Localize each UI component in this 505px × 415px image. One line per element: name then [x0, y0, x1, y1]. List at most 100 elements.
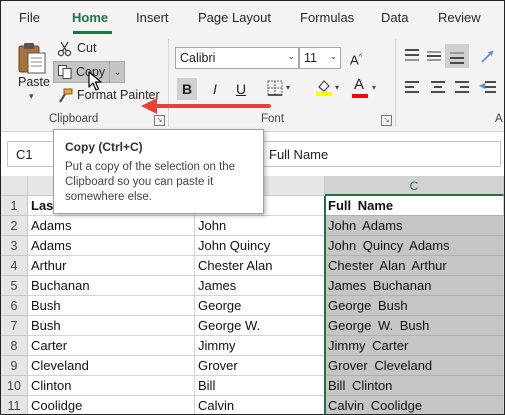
borders-dropdown-icon[interactable]: ▾ — [286, 83, 290, 92]
tab-home[interactable]: Home — [72, 10, 108, 25]
row-number[interactable]: 5 — [1, 276, 28, 296]
group-divider — [395, 39, 396, 127]
table-row: 2 Adams John John Adams — [1, 216, 504, 236]
cell-a2[interactable]: Adams — [28, 216, 195, 236]
row-number[interactable]: 8 — [1, 336, 28, 356]
paintbrush-icon — [59, 88, 73, 103]
row-number[interactable]: 4 — [1, 256, 28, 276]
middle-align-icon[interactable] — [425, 47, 443, 65]
cut-label: Cut — [77, 41, 97, 55]
cell-b11[interactable]: Calvin — [195, 396, 325, 414]
tab-data[interactable]: Data — [381, 10, 408, 25]
clipboard-dialog-launcher-icon[interactable]: ↘ — [154, 115, 165, 126]
cell-c2[interactable]: John Adams — [325, 216, 504, 236]
row-number[interactable]: 1 — [1, 196, 28, 216]
cell-b10[interactable]: Bill — [195, 376, 325, 396]
clipboard-paste-icon[interactable] — [15, 41, 49, 75]
bottom-align-icon[interactable] — [445, 44, 469, 68]
cell-b9[interactable]: Grover — [195, 356, 325, 376]
cell-b2[interactable]: John — [195, 216, 325, 236]
row-number[interactable]: 3 — [1, 236, 28, 256]
paste-dropdown-icon[interactable]: ▾ — [29, 91, 34, 102]
alignment-group-label: A — [495, 113, 503, 125]
cell-a4[interactable]: Arthur — [28, 256, 195, 276]
formula-input[interactable]: Full Name — [263, 141, 501, 167]
bold-button[interactable]: B — [177, 78, 197, 100]
ribbon-home: Paste ▾ Cut Copy ⌄ Format Painter Clipbo… — [1, 35, 504, 132]
font-name-select[interactable]: Calibri ⌄ — [175, 47, 299, 69]
decrease-indent-icon[interactable]: ◀ — [479, 79, 497, 97]
align-right-icon[interactable] — [453, 79, 471, 97]
select-all-corner[interactable] — [1, 176, 28, 196]
row-number[interactable]: 2 — [1, 216, 28, 236]
cell-a8[interactable]: Carter — [28, 336, 195, 356]
cell-c4[interactable]: Chester Alan Arthur — [325, 256, 504, 276]
cell-c8[interactable]: Jimmy Carter — [325, 336, 504, 356]
cut-button[interactable]: Cut — [57, 39, 117, 59]
name-box-value: C1 — [16, 147, 33, 162]
row-number[interactable]: 7 — [1, 316, 28, 336]
cell-a6[interactable]: Bush — [28, 296, 195, 316]
underline-button[interactable]: U — [231, 78, 251, 100]
excel-window: File Home Insert Page Layout Formulas Da… — [0, 0, 505, 415]
cell-b8[interactable]: Jimmy — [195, 336, 325, 356]
cell-c3[interactable]: John Quincy Adams — [325, 236, 504, 256]
cell-c5[interactable]: James Buchanan — [325, 276, 504, 296]
tab-page-layout[interactable]: Page Layout — [198, 10, 271, 25]
chevron-down-icon: ⌄ — [287, 51, 295, 61]
cell-a11[interactable]: Coolidge — [28, 396, 195, 414]
align-left-icon[interactable] — [403, 79, 421, 97]
cell-a10[interactable]: Clinton — [28, 376, 195, 396]
cell-c9[interactable]: Grover Cleveland — [325, 356, 504, 376]
cell-a9[interactable]: Cleveland — [28, 356, 195, 376]
align-center-icon[interactable] — [429, 79, 447, 97]
tooltip-body: Put a copy of the selection on the Clipb… — [65, 161, 236, 203]
tab-insert[interactable]: Insert — [136, 10, 169, 25]
table-row: 6 Bush George George Bush — [1, 296, 504, 316]
copy-tooltip: Copy (Ctrl+C) Put a copy of the selectio… — [53, 129, 264, 214]
cell-b4[interactable]: Chester Alan — [195, 256, 325, 276]
fill-color-icon[interactable] — [315, 78, 333, 96]
clipboard-group-label: Clipboard — [49, 113, 99, 125]
cell-a5[interactable]: Buchanan — [28, 276, 195, 296]
cell-b6[interactable]: George — [195, 296, 325, 316]
cell-c11[interactable]: Calvin Coolidge — [325, 396, 504, 414]
increase-font-size-button[interactable]: A^ — [345, 47, 367, 69]
cell-b7[interactable]: George W. — [195, 316, 325, 336]
tooltip-title: Copy (Ctrl+C) — [65, 140, 143, 154]
row-number[interactable]: 6 — [1, 296, 28, 316]
cell-a7[interactable]: Bush — [28, 316, 195, 336]
row-number[interactable]: 10 — [1, 376, 28, 396]
row-number[interactable]: 11 — [1, 396, 28, 414]
copy-dropdown-icon[interactable]: ⌄ — [109, 62, 125, 82]
scissors-icon — [57, 41, 72, 57]
copy-icon — [58, 65, 72, 79]
tab-review[interactable]: Review — [438, 10, 481, 25]
cell-b3[interactable]: John Quincy — [195, 236, 325, 256]
font-color-label: A — [354, 76, 365, 93]
cell-a3[interactable]: Adams — [28, 236, 195, 256]
fill-color-dropdown-icon[interactable]: ▾ — [335, 83, 339, 92]
row-number[interactable]: 9 — [1, 356, 28, 376]
font-dialog-launcher-icon[interactable]: ↘ — [381, 115, 392, 126]
font-size-value: 11 — [304, 51, 317, 65]
top-align-icon[interactable] — [403, 47, 421, 65]
ribbon-tabs: File Home Insert Page Layout Formulas Da… — [1, 1, 504, 35]
table-row: 11 Coolidge Calvin Calvin Coolidge — [1, 396, 504, 414]
tab-formulas[interactable]: Formulas — [300, 10, 354, 25]
cell-c7[interactable]: George W. Bush — [325, 316, 504, 336]
orientation-icon[interactable] — [479, 47, 497, 65]
font-color-button[interactable]: A — [351, 76, 369, 98]
cell-c1[interactable]: Full Name — [325, 196, 504, 216]
active-tab-indicator — [73, 31, 112, 34]
borders-icon[interactable] — [267, 80, 283, 96]
cell-b5[interactable]: James — [195, 276, 325, 296]
paste-button[interactable]: Paste — [18, 75, 50, 89]
italic-button[interactable]: I — [205, 78, 225, 100]
tab-file[interactable]: File — [19, 10, 40, 25]
font-color-dropdown-icon[interactable]: ▾ — [372, 83, 376, 92]
font-size-select[interactable]: 11 ⌄ — [299, 47, 341, 69]
cell-c10[interactable]: Bill Clinton — [325, 376, 504, 396]
cell-c6[interactable]: George Bush — [325, 296, 504, 316]
column-header-c[interactable]: C — [325, 176, 504, 196]
